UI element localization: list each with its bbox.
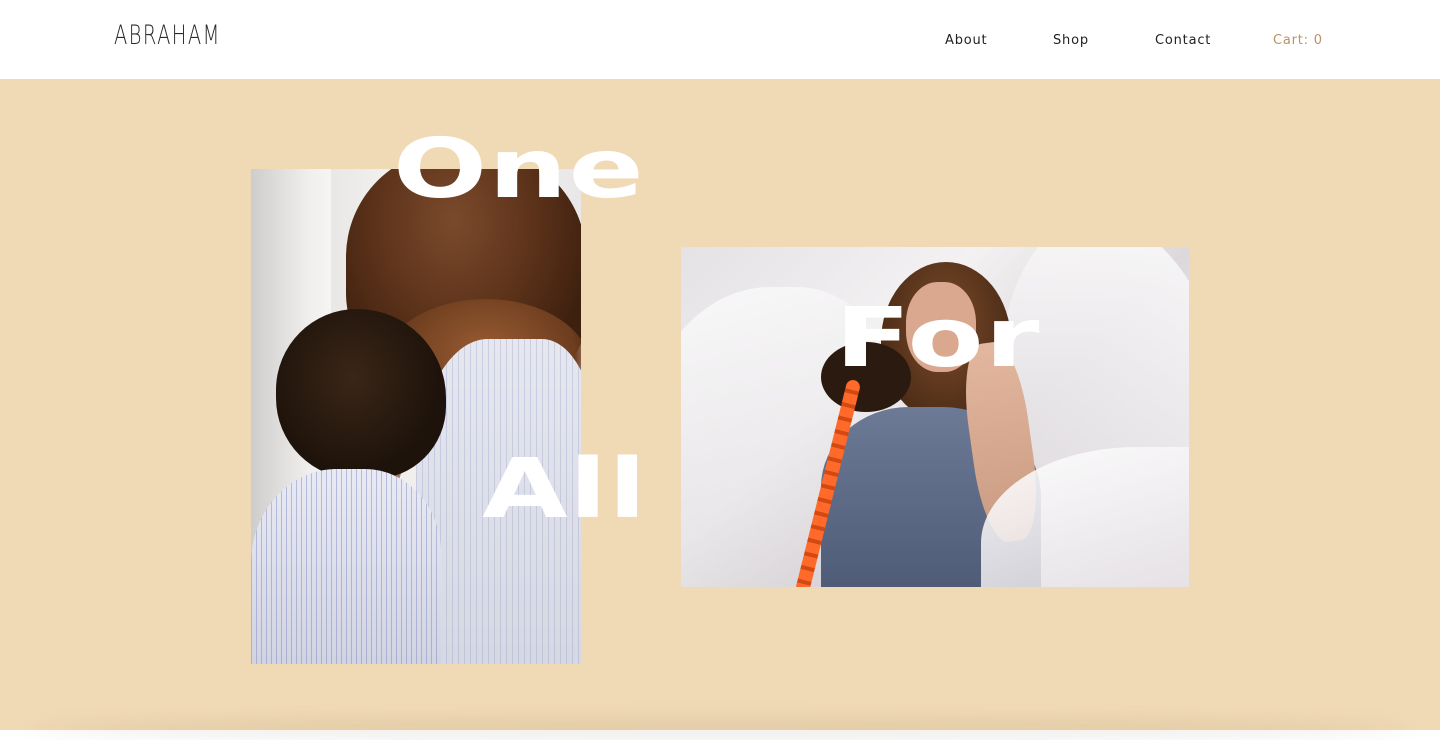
photo-figure-shirt-front: [251, 469, 441, 664]
nav-contact-link[interactable]: Contact: [1155, 31, 1211, 51]
hero-section: [0, 79, 1440, 740]
hero-word-for: For: [835, 291, 1041, 386]
hero-word-one: One: [393, 122, 646, 217]
brand-logo[interactable]: ABRAHAM: [114, 18, 221, 54]
hero-bottom-shadow: [30, 718, 1410, 740]
hero-word-all: All: [482, 442, 648, 537]
site-header: ABRAHAM About Shop Contact Cart: 0: [0, 0, 1440, 79]
hero-photo-portrait: [251, 169, 581, 664]
nav-about-link[interactable]: About: [945, 31, 987, 51]
nav-shop-link[interactable]: Shop: [1053, 31, 1089, 51]
nav-cart-link[interactable]: Cart: 0: [1273, 31, 1323, 51]
